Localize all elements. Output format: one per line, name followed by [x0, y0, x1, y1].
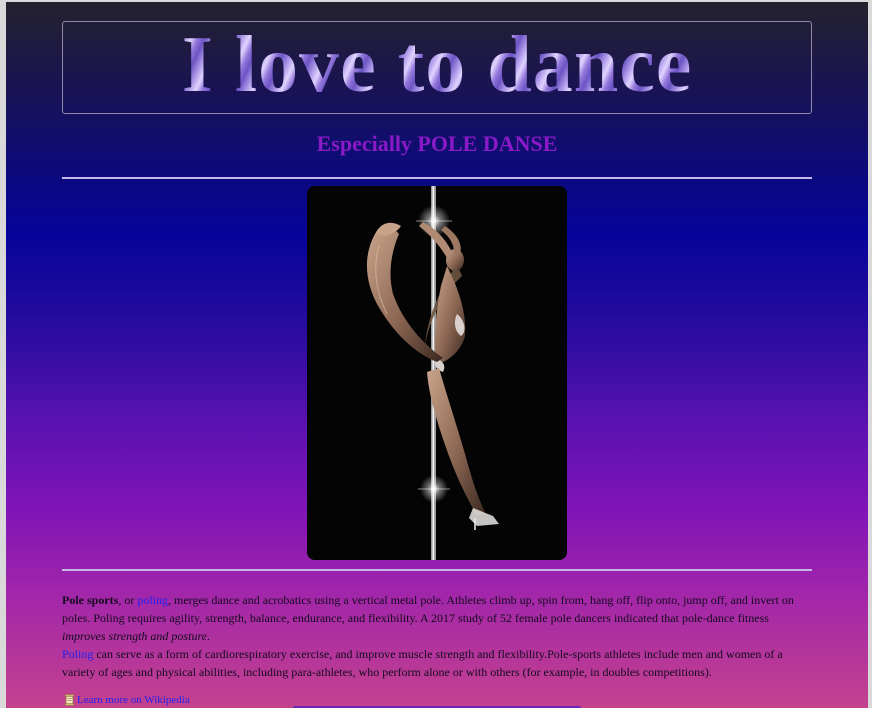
text-span: can serve as a form of cardiorespiratory…: [62, 647, 783, 679]
paragraph-2: Poling can serve as a form of cardioresp…: [62, 645, 812, 681]
wikipedia-link-row[interactable]: Learn more on Wikipedia: [64, 694, 190, 706]
page: I love to dance Especially POLE DANSE Po…: [6, 2, 868, 708]
article-text: Pole sports, or poling, merges dance and…: [62, 591, 812, 681]
page-title: I love to dance: [181, 20, 693, 109]
link-poling-2[interactable]: Poling: [62, 647, 93, 661]
text-span: , merges dance and acrobatics using a ve…: [62, 593, 794, 625]
page-subtitle: Especially POLE DANSE: [316, 131, 558, 156]
scroll-icon: [64, 694, 75, 706]
paragraph-1: Pole sports, or poling, merges dance and…: [62, 591, 812, 645]
divider-bottom: [62, 569, 812, 571]
divider-top: [62, 177, 812, 179]
learn-more-wikipedia-link[interactable]: Learn more on Wikipedia: [77, 694, 190, 706]
title-banner: I love to dance: [62, 21, 812, 114]
term-pole-sports: Pole sports: [62, 593, 119, 607]
text-span: .: [207, 629, 210, 643]
link-poling[interactable]: poling: [137, 593, 168, 607]
pole-dancer-photo: [307, 186, 567, 560]
emphasis-text: improves strength and posture: [62, 629, 207, 643]
text-span: , or: [118, 593, 138, 607]
